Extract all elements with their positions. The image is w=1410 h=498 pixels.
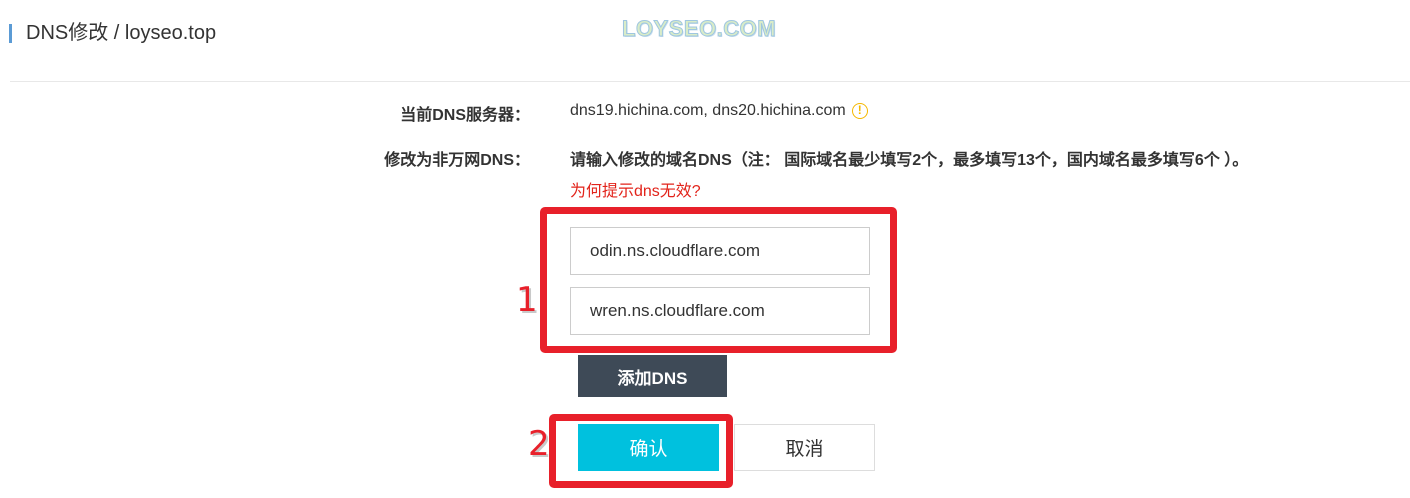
annotation-box-step1: [540, 207, 897, 353]
invalid-dns-help-link[interactable]: 为何提示dns无效?: [570, 177, 701, 201]
watermark: LOYSEO.COM: [621, 16, 777, 42]
current-dns-value: dns19.hichina.com, dns20.hichina.com: [570, 102, 846, 119]
header-divider: [10, 81, 1410, 82]
current-dns-row: dns19.hichina.com, dns20.hichina.com!: [570, 102, 868, 120]
annotation-box-step2: [549, 414, 733, 488]
change-dns-hint: 请输入修改的域名DNS（注： 国际域名最少填写2个，最多填写13个，国内域名最多…: [570, 152, 1249, 169]
page-title: DNS修改 / loyseo.top: [26, 22, 217, 44]
change-dns-label: 修改为非万网DNS：: [384, 152, 530, 169]
title-accent-bar: [9, 23, 12, 43]
add-dns-button[interactable]: 添加DNS: [578, 355, 727, 397]
info-icon[interactable]: !: [851, 102, 868, 119]
annotation-number-step1: 1: [516, 280, 538, 320]
dns-edit-page: DNS修改 / loyseo.top LOYSEO.COM 当前DNS服务器： …: [0, 0, 1410, 498]
page-header: DNS修改 / loyseo.top: [9, 22, 216, 44]
current-dns-label: 当前DNS服务器：: [400, 107, 530, 124]
cancel-button[interactable]: 取消: [734, 424, 875, 471]
annotation-number-step2: 2: [528, 424, 550, 464]
